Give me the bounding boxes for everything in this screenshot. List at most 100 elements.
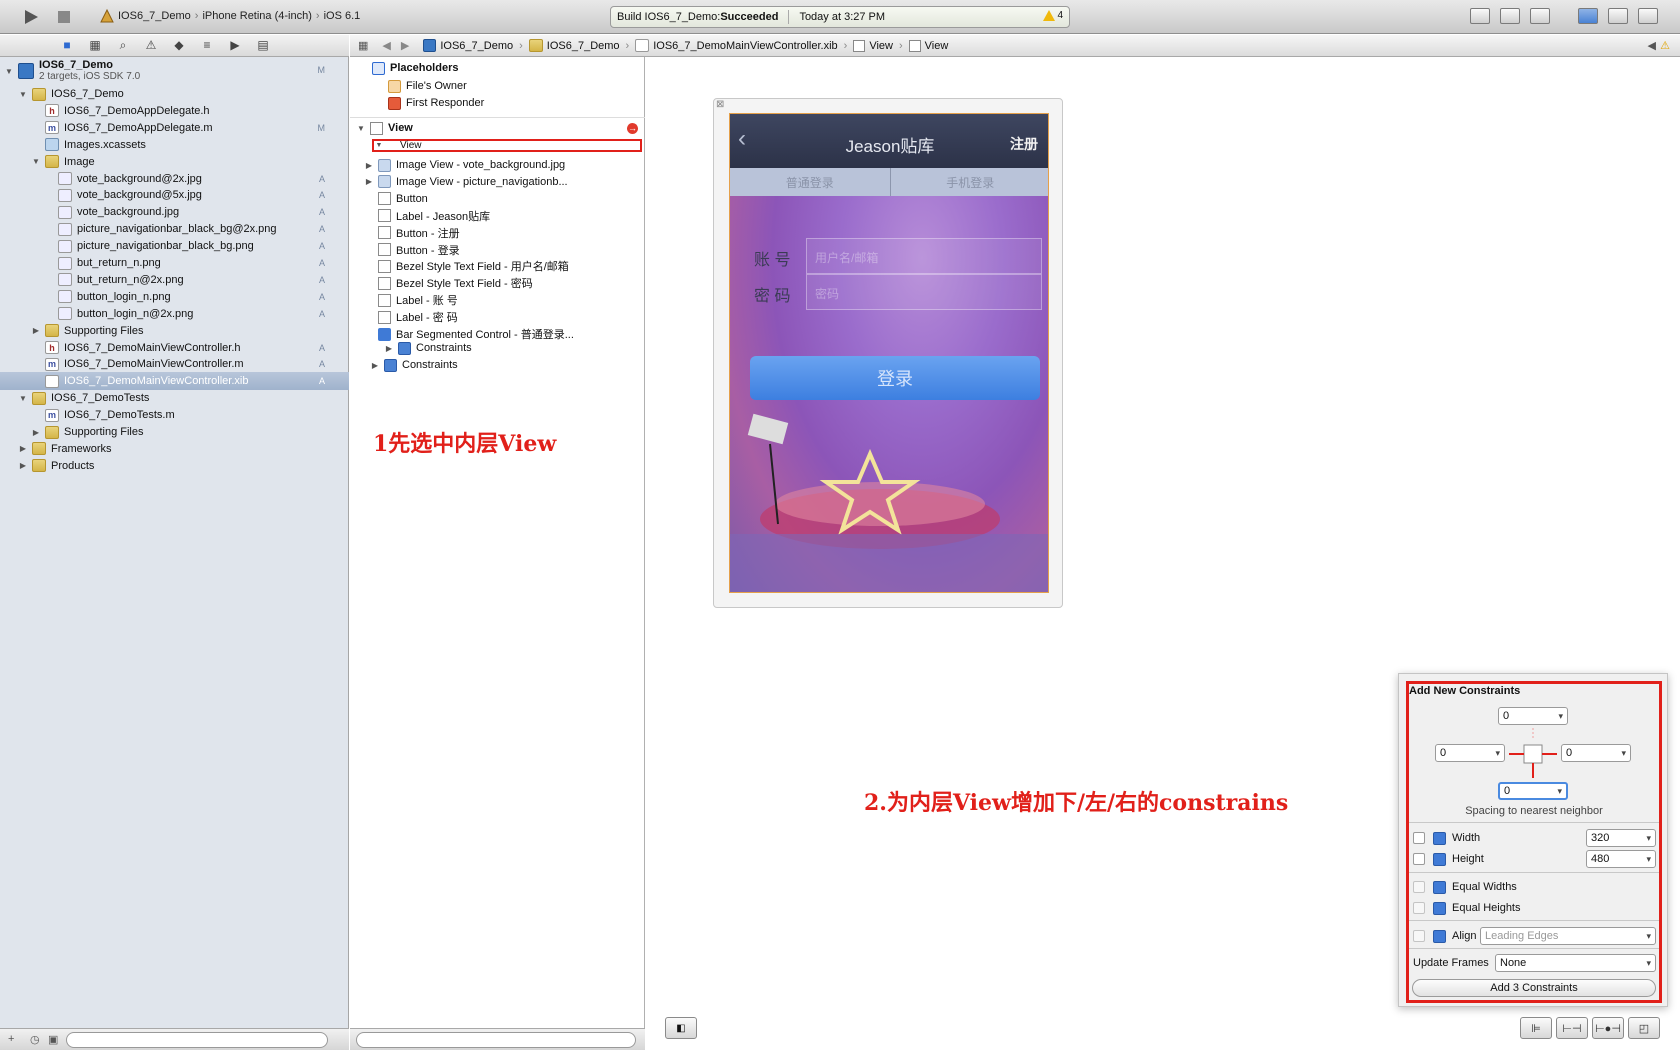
run-button[interactable] xyxy=(20,7,42,27)
width-value-select[interactable]: 320 xyxy=(1586,829,1656,847)
outline-child-item[interactable]: Button - 登录 xyxy=(378,241,673,259)
outline-files-owner[interactable]: File's Owner xyxy=(388,77,683,95)
disclosure-icon[interactable]: ▼ xyxy=(374,142,384,149)
disclosure-icon[interactable]: ▶ xyxy=(364,177,374,186)
inner-view[interactable]: ‹ Jeason贴库 注册 普通登录 手机登录 账 号 密 码 用户名/邮箱 密… xyxy=(729,113,1049,593)
crumb-project[interactable]: IOS6_7_Demo xyxy=(423,39,513,52)
disclosure-icon[interactable]: ▼ xyxy=(18,90,28,99)
utilities-toggle-icon[interactable] xyxy=(1638,8,1658,24)
navigator-file[interactable]: vote_background@5x.jpg A xyxy=(0,186,349,204)
navigator-file[interactable]: Images.xcassets xyxy=(0,136,349,154)
outline-view-root[interactable]: ▼ View → xyxy=(356,119,644,137)
account-field[interactable]: 用户名/邮箱 xyxy=(806,238,1042,274)
navigator-group[interactable]: ▼ IOS6_7_Demo xyxy=(0,85,349,103)
navigator-group[interactable]: ▶ Supporting Files xyxy=(0,423,349,441)
register-button[interactable]: 注册 xyxy=(1010,134,1038,154)
disclosure-icon[interactable]: ▶ xyxy=(31,428,41,437)
scm-filter-icon[interactable]: ▣ xyxy=(48,1033,58,1046)
folder-icon[interactable]: ■ xyxy=(60,39,74,52)
disclosure-icon[interactable]: ▼ xyxy=(18,394,28,403)
related-items-icon[interactable]: ▦ xyxy=(358,39,368,52)
align-checkbox[interactable] xyxy=(1413,930,1425,942)
debug-icon[interactable]: ≡ xyxy=(200,39,214,52)
disclosure-icon[interactable]: ▶ xyxy=(384,344,394,353)
outline-child-item[interactable]: ▶ Image View - vote_background.jpg xyxy=(364,156,659,174)
crumb-view-inner[interactable]: View xyxy=(908,39,948,52)
resolve-issues-icon[interactable]: ⊢●⊣ xyxy=(1592,1017,1624,1039)
height-checkbox[interactable] xyxy=(1413,853,1425,865)
navigator-group[interactable]: ▼ IOS6_7_DemoTests xyxy=(0,389,349,407)
back-arrow-icon[interactable]: ◀ xyxy=(382,39,390,52)
outline-child-item[interactable]: Bezel Style Text Field - 密码 xyxy=(378,274,673,292)
outline-filter-input[interactable] xyxy=(356,1032,636,1048)
width-checkbox[interactable] xyxy=(1413,832,1425,844)
add-constraints-button[interactable]: Add 3 Constraints xyxy=(1412,979,1656,997)
segment-phone-login[interactable]: 手机登录 xyxy=(891,168,1049,196)
navigator-file[interactable]: vote_background.jpg A xyxy=(0,203,349,221)
height-value-select[interactable]: 480 xyxy=(1586,850,1656,868)
align-menu-icon[interactable]: ⊫ xyxy=(1520,1017,1552,1039)
outline-child-item[interactable]: Label - Jeason贴库 xyxy=(378,207,673,225)
test-icon[interactable]: ◆ xyxy=(172,39,186,52)
resizing-behavior-icon[interactable]: ◰ xyxy=(1628,1017,1660,1039)
outline-child-item[interactable]: Label - 密 码 xyxy=(378,308,673,326)
navigator-group[interactable]: ▶ Frameworks xyxy=(0,440,349,458)
standard-editor-icon[interactable] xyxy=(1470,8,1490,24)
breakpoint-icon[interactable]: ▶ xyxy=(228,39,242,52)
warning-icon[interactable]: ⚠ xyxy=(1660,39,1670,52)
navigator-group[interactable]: ▼ Image xyxy=(0,153,349,171)
outline-child-item[interactable]: Button xyxy=(378,190,673,208)
login-button[interactable]: 登录 xyxy=(750,356,1040,400)
document-outline-toggle[interactable]: ◧ xyxy=(665,1017,697,1039)
navigator-file[interactable]: button_login_n.png A xyxy=(0,288,349,306)
warning-indicator[interactable]: 4 xyxy=(1043,10,1063,21)
segment-normal-login[interactable]: 普通登录 xyxy=(730,168,891,196)
outline-outer-constraints[interactable]: ▶ Constraints xyxy=(370,356,665,374)
stop-button[interactable] xyxy=(54,7,74,27)
navigator-file[interactable]: m IOS6_7_DemoMainViewController.m A xyxy=(0,355,349,373)
version-editor-icon[interactable] xyxy=(1530,8,1550,24)
disclosure-icon[interactable]: ▶ xyxy=(370,361,380,370)
outline-inner-constraints[interactable]: ▶ Constraints xyxy=(384,339,679,357)
pin-menu-icon[interactable]: ⊢⊣ xyxy=(1556,1017,1588,1039)
navigator-file[interactable]: button_login_n@2x.png A xyxy=(0,305,349,323)
update-frames-select[interactable]: None xyxy=(1495,954,1656,972)
disclosure-icon[interactable]: ▶ xyxy=(364,161,374,170)
outline-child-item[interactable]: Button - 注册 xyxy=(378,224,673,242)
disclosure-icon[interactable]: ▶ xyxy=(18,461,28,470)
assistant-editor-icon[interactable] xyxy=(1500,8,1520,24)
equal-widths-checkbox[interactable] xyxy=(1413,881,1425,893)
outline-inner-view-selected[interactable]: ▼ View xyxy=(372,139,642,152)
add-icon[interactable]: + xyxy=(8,1033,14,1045)
top-spacing-select[interactable]: 0 xyxy=(1498,707,1568,725)
scheme-selector[interactable]: IOS6_7_Demo › iPhone Retina (4-inch) › i… xyxy=(100,9,360,23)
log-icon[interactable]: ▤ xyxy=(256,39,270,52)
navigator-file[interactable]: picture_navigationbar_black_bg@2x.png A xyxy=(0,220,349,238)
outline-first-responder[interactable]: First Responder xyxy=(388,94,683,112)
navigator-file[interactable]: m IOS6_7_DemoAppDelegate.m M xyxy=(0,119,349,137)
disclosure-icon[interactable]: ▶ xyxy=(31,326,41,335)
filter-input[interactable] xyxy=(66,1032,328,1048)
navigator-file[interactable]: m IOS6_7_DemoTests.m xyxy=(0,406,349,424)
outline-child-item[interactable]: ▶ Image View - picture_navigationb... xyxy=(364,173,659,191)
crumb-view-outer[interactable]: View xyxy=(853,39,893,52)
left-spacing-select[interactable]: 0 xyxy=(1435,744,1505,762)
navigator-file[interactable]: IOS6_7_DemoMainViewController.xib A xyxy=(0,372,349,391)
symbol-icon[interactable]: ▦ xyxy=(88,39,102,52)
disclosure-icon[interactable]: ▶ xyxy=(18,444,28,453)
prev-issue-icon[interactable]: ◀ xyxy=(1648,39,1656,52)
navigator-file[interactable]: picture_navigationbar_black_bg.png A xyxy=(0,237,349,255)
align-select[interactable]: Leading Edges xyxy=(1480,927,1656,945)
navigator-file[interactable]: h IOS6_7_DemoMainViewController.h A xyxy=(0,339,349,357)
error-icon[interactable]: → xyxy=(627,122,638,134)
navigator-file[interactable]: h IOS6_7_DemoAppDelegate.h xyxy=(0,102,349,120)
disclosure-icon[interactable]: ▼ xyxy=(31,157,41,166)
close-icon[interactable]: ⊠ xyxy=(716,99,724,110)
navigator-group[interactable]: ▶ Supporting Files xyxy=(0,322,349,340)
crumb-group[interactable]: IOS6_7_Demo xyxy=(528,39,620,52)
outline-child-item[interactable]: Bezel Style Text Field - 用户名/邮箱 xyxy=(378,257,673,275)
navigator-file[interactable]: but_return_n@2x.png A xyxy=(0,271,349,289)
navigator-group[interactable]: ▶ Products xyxy=(0,457,349,475)
navigator-file[interactable]: vote_background@2x.jpg A xyxy=(0,170,349,188)
disclosure-icon[interactable]: ▼ xyxy=(356,124,366,133)
